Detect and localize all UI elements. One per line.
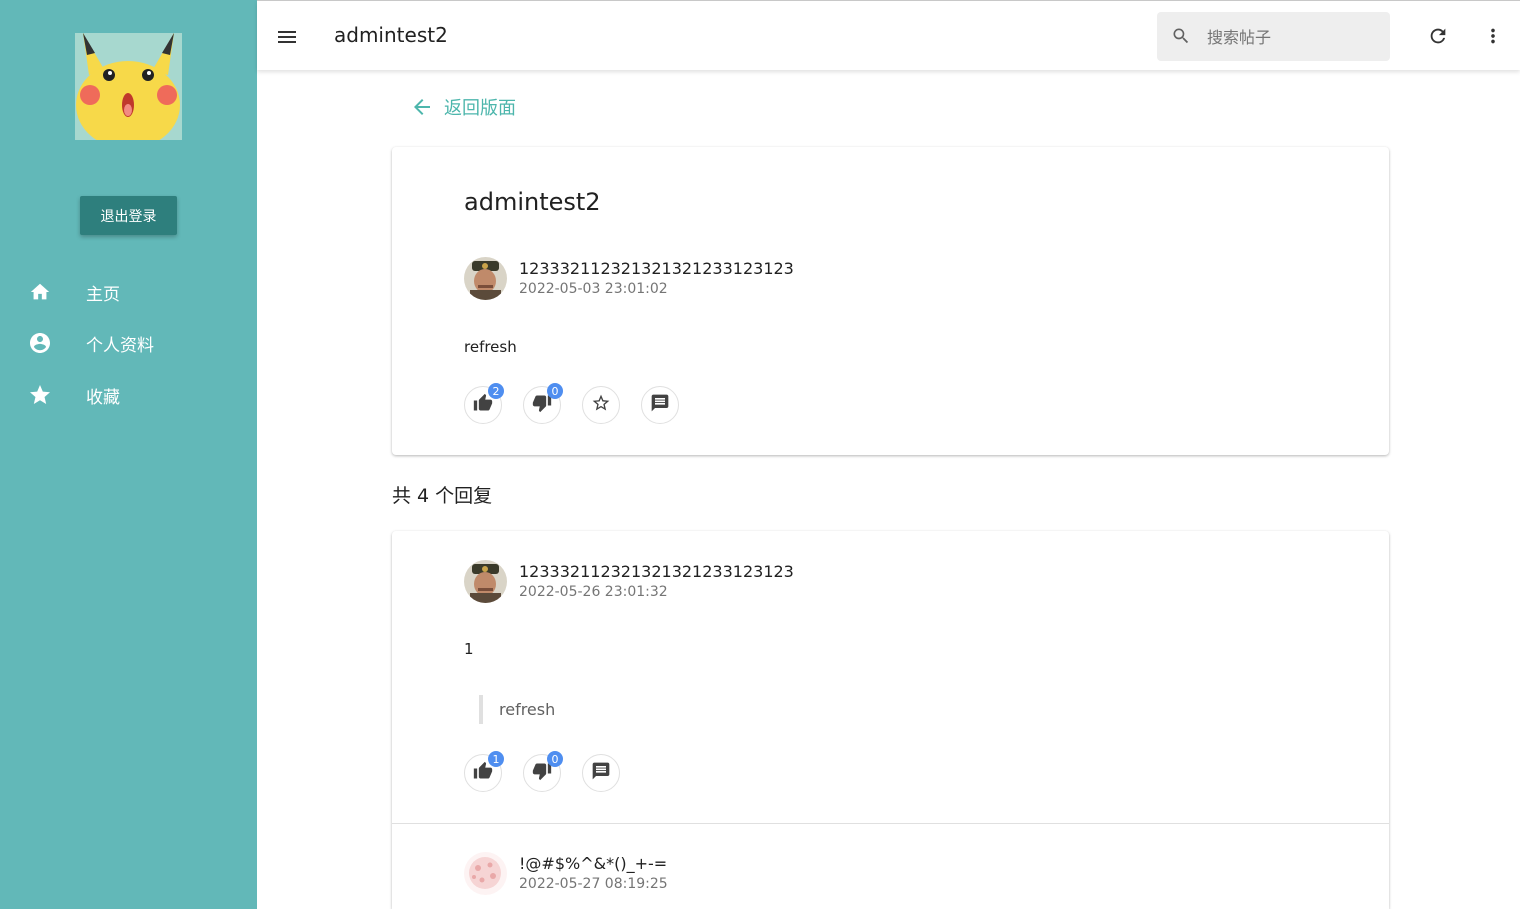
like-button[interactable]: 1 — [464, 751, 504, 792]
menu-icon[interactable] — [275, 25, 299, 49]
arrow-left-icon — [410, 95, 434, 119]
post-author: 12333211232132132123312312‌3 2022-05-03 … — [464, 257, 794, 300]
author-name[interactable]: !@#$%^&*()_+-= — [519, 854, 668, 874]
post-card: admintest2 12333211232132132123312312‌3 … — [392, 147, 1389, 455]
page-title: admintest2 — [334, 23, 448, 47]
search-box[interactable] — [1157, 12, 1390, 61]
top-app-bar: admintest2 — [257, 0, 1520, 70]
star-icon — [28, 383, 52, 407]
like-count-badge: 2 — [488, 383, 504, 399]
sidebar-item-favorites[interactable]: 收藏 — [0, 371, 257, 419]
reply-author: 12333211232132132123312312‌3 2022-05-26 … — [464, 560, 794, 603]
post-timestamp: 2022-05-03 23:01:02 — [519, 280, 668, 297]
dislike-button[interactable]: 0 — [523, 383, 563, 424]
post-title: admintest2 — [464, 188, 601, 216]
favorite-button[interactable] — [582, 386, 620, 424]
sidebar: 退出登录 主页 个人资料 收藏 — [0, 0, 257, 909]
avatar[interactable] — [464, 560, 507, 603]
comment-button[interactable] — [641, 386, 679, 424]
search-input[interactable] — [1207, 24, 1377, 50]
search-icon — [1171, 26, 1191, 46]
avatar[interactable] — [464, 257, 507, 300]
comment-icon — [650, 393, 670, 417]
post-body: refresh — [464, 338, 517, 356]
star-outline-icon — [591, 393, 611, 417]
more-vert-icon[interactable] — [1481, 24, 1505, 48]
like-count-badge: 1 — [488, 751, 504, 767]
back-link-label: 返回版面 — [444, 98, 516, 119]
reply-divider — [392, 823, 1389, 824]
reply-quote: refresh — [479, 695, 555, 724]
reply-count: 共 4 个回复 — [392, 485, 493, 507]
sidebar-item-profile[interactable]: 个人资料 — [0, 319, 257, 367]
reply-actions: 1 0 — [464, 751, 641, 792]
sidebar-item-label: 个人资料 — [86, 335, 154, 356]
back-to-board-link[interactable]: 返回版面 — [410, 94, 516, 120]
pikachu-logo — [75, 33, 182, 140]
dislike-button[interactable]: 0 — [523, 751, 563, 792]
comment-icon — [591, 761, 611, 785]
reply-timestamp: 2022-05-27 08:19:25 — [519, 875, 668, 892]
author-name[interactable]: 12333211232132132123312312‌3 — [519, 562, 794, 582]
comment-button[interactable] — [582, 754, 620, 792]
dislike-count-badge: 0 — [547, 751, 563, 767]
post-actions: 2 0 — [464, 383, 700, 424]
like-button[interactable]: 2 — [464, 383, 504, 424]
reply-author: !@#$%^&*()_+-= 2022-05-27 08:19:25 — [464, 852, 668, 895]
replies-card: 12333211232132132123312312‌3 2022-05-26 … — [392, 531, 1389, 909]
sidebar-item-label: 主页 — [86, 284, 120, 305]
sidebar-item-home[interactable]: 主页 — [0, 268, 257, 316]
logout-button[interactable]: 退出登录 — [80, 196, 177, 235]
refresh-icon[interactable] — [1426, 24, 1450, 48]
reply-body: 1 — [464, 640, 474, 658]
avatar[interactable] — [464, 852, 507, 895]
dislike-count-badge: 0 — [547, 383, 563, 399]
author-name[interactable]: 12333211232132132123312312‌3 — [519, 259, 794, 279]
reply-timestamp: 2022-05-26 23:01:32 — [519, 583, 668, 600]
sidebar-item-label: 收藏 — [86, 387, 120, 408]
account-circle-icon — [28, 331, 52, 355]
home-icon — [28, 280, 52, 304]
